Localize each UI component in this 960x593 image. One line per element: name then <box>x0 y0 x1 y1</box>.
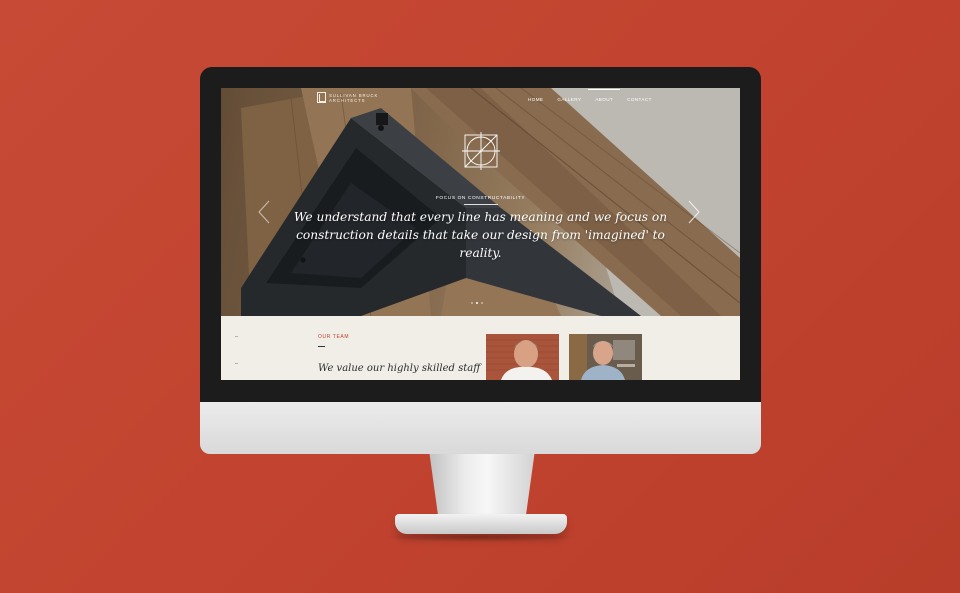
nav-contact[interactable]: CONTACT <box>620 97 659 102</box>
logo-line2: ARCHITECTS <box>329 97 366 103</box>
website-screen: SULLIVAN BRUCK ARCHITECTS HOME GALLERY A… <box>221 88 740 380</box>
chevron-right-icon <box>688 200 700 224</box>
nav-about[interactable]: ABOUT <box>588 89 620 102</box>
hero-kicker: FOCUS ON CONSTRUCTABILITY <box>435 196 526 201</box>
logo-text: SULLIVAN BRUCK ARCHITECTS <box>329 93 378 103</box>
slider-dot[interactable] <box>481 302 483 304</box>
monitor-stand-foot <box>395 514 567 534</box>
slider-dots <box>471 302 483 304</box>
team-divider <box>318 346 325 347</box>
slider-dot-active[interactable] <box>476 302 478 304</box>
hero-headline: We understand that every line has meanin… <box>293 210 668 260</box>
side-marker <box>235 336 238 337</box>
team-label: OUR TEAM <box>318 334 350 340</box>
monitor-chin <box>200 402 761 454</box>
nav-gallery[interactable]: GALLERY <box>550 97 588 102</box>
portrait-photo <box>486 334 559 380</box>
logo-line1: SULLIVAN BRUCK <box>329 92 379 98</box>
main-nav: HOME GALLERY ABOUT CONTACT <box>521 89 659 102</box>
logo-mark-icon <box>317 92 326 103</box>
slider-prev-button[interactable] <box>257 200 271 224</box>
monitor-stand-neck <box>429 454 535 520</box>
team-section: OUR TEAM We value our highly skilled sta… <box>221 316 740 380</box>
hero-overlay <box>221 88 740 316</box>
kicker-divider <box>464 204 498 205</box>
slider-next-button[interactable] <box>687 200 701 224</box>
site-logo[interactable]: SULLIVAN BRUCK ARCHITECTS <box>317 92 378 103</box>
team-portrait[interactable] <box>569 334 642 380</box>
slider-dot[interactable] <box>471 302 473 304</box>
hero-slider: SULLIVAN BRUCK ARCHITECTS HOME GALLERY A… <box>221 88 740 316</box>
nav-home[interactable]: HOME <box>521 97 550 102</box>
compass-circle-icon <box>462 132 500 170</box>
side-marker <box>235 363 238 364</box>
chevron-left-icon <box>258 200 270 224</box>
portrait-photo <box>569 334 642 380</box>
team-portrait[interactable] <box>486 334 559 380</box>
team-heading: We value our highly skilled staff <box>318 363 481 374</box>
